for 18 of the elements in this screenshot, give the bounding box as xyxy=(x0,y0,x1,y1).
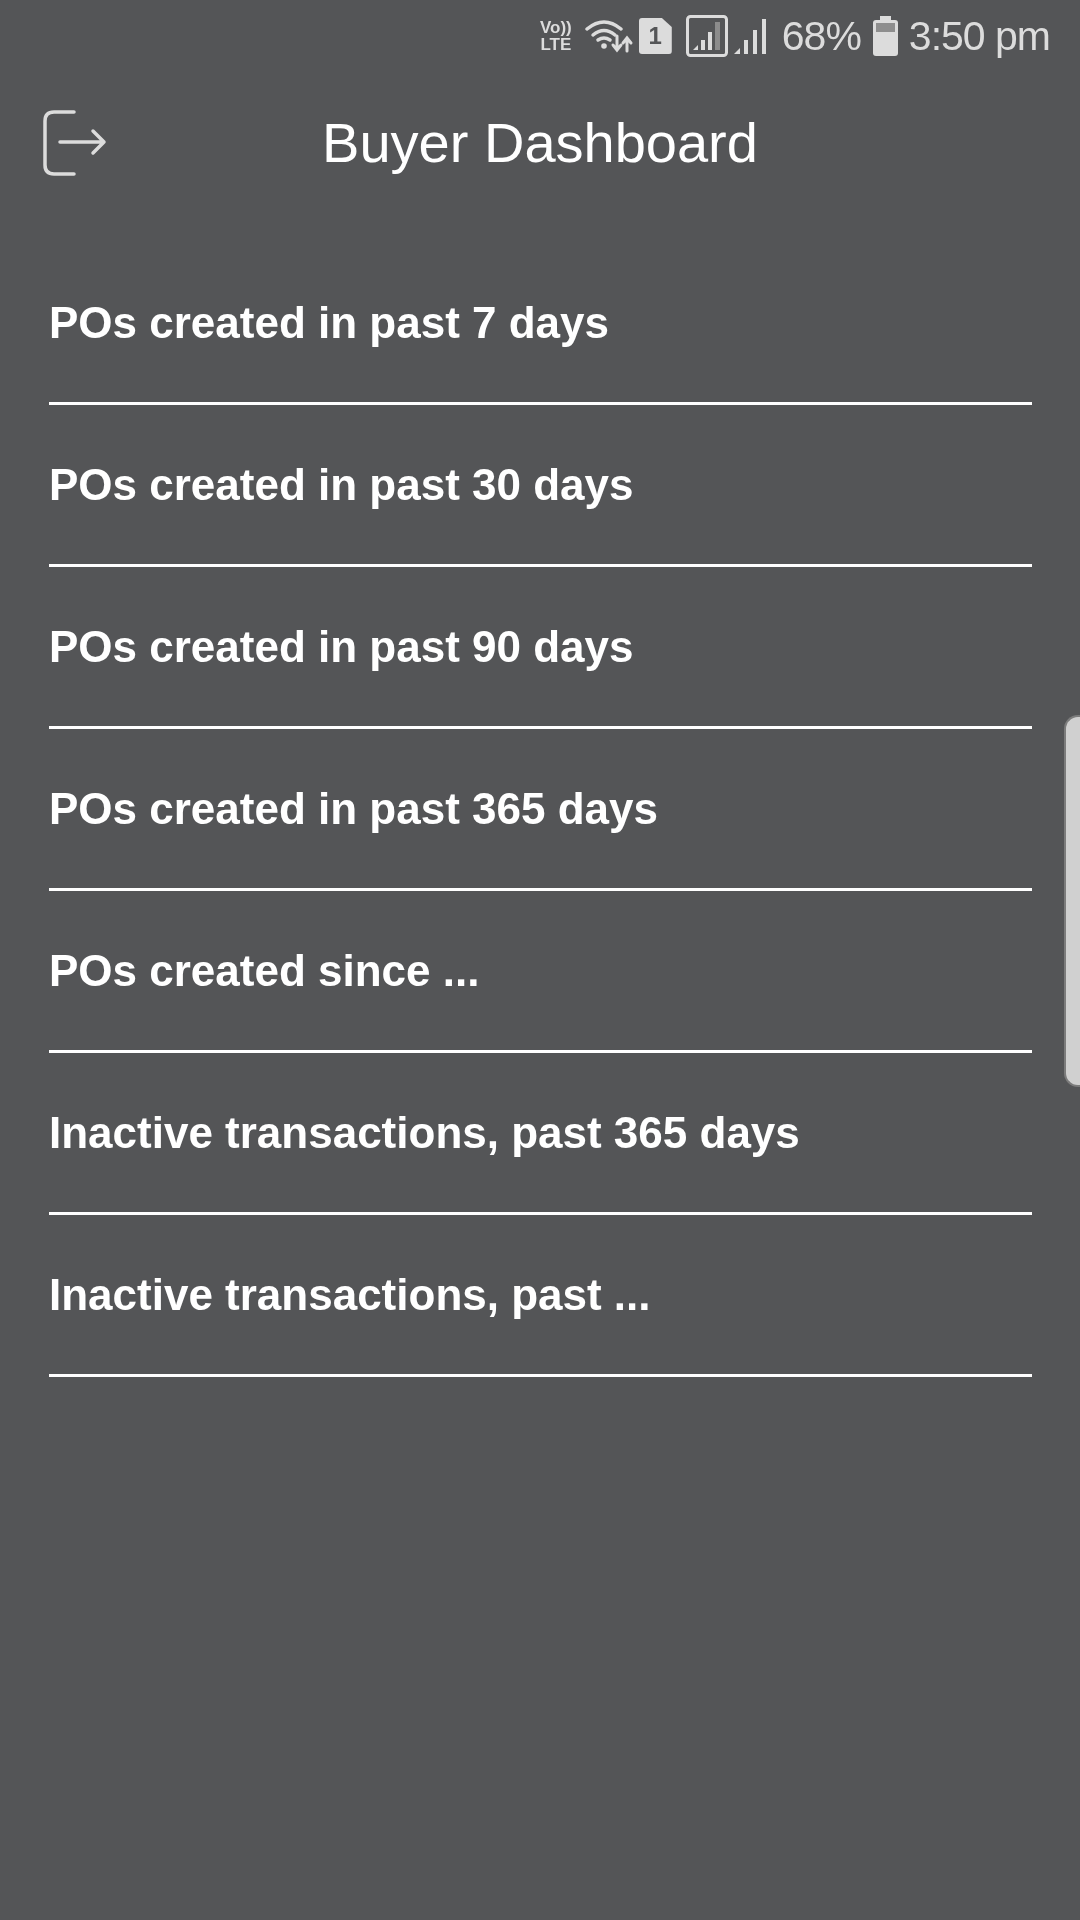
network-type-label: LTE xyxy=(540,36,572,53)
dashboard-list-item[interactable]: Inactive transactions, past 365 days xyxy=(49,1053,1032,1215)
dashboard-list-item[interactable]: POs created in past 365 days xyxy=(49,729,1032,891)
network-type-label: Vo)) xyxy=(540,19,572,36)
scrollbar[interactable] xyxy=(1064,715,1080,1087)
logout-icon[interactable] xyxy=(42,109,108,177)
dashboard-list-item[interactable]: Inactive transactions, past ... xyxy=(49,1215,1032,1377)
wifi-icon xyxy=(583,18,634,54)
battery-percentage: 68% xyxy=(781,15,861,57)
dashboard-list-item[interactable]: POs created in past 30 days xyxy=(49,405,1032,567)
page-title: Buyer Dashboard xyxy=(322,110,758,177)
dashboard-list-item[interactable]: POs created since ... xyxy=(49,891,1032,1053)
dashboard-list-item[interactable]: POs created in past 90 days xyxy=(49,567,1032,729)
battery-icon xyxy=(872,16,898,56)
sim-card-indicator: 1 xyxy=(638,18,672,54)
dashboard-list-item[interactable]: POs created in past 7 days xyxy=(49,243,1032,405)
clock-time: 3:50 pm xyxy=(908,15,1050,57)
signal-strength-icon xyxy=(685,15,728,57)
